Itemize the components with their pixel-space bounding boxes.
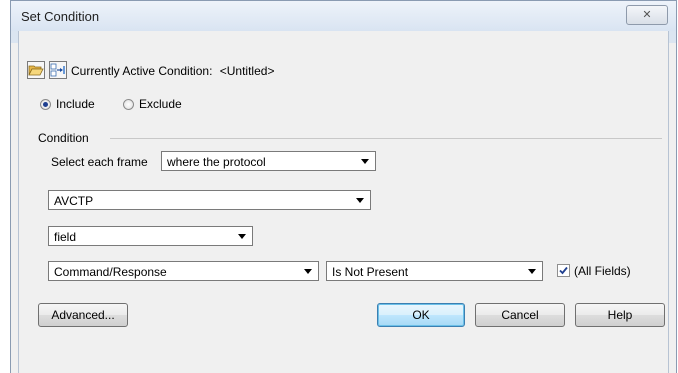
chevron-down-icon: [304, 269, 312, 274]
active-condition-label: Currently Active Condition: <Untitled>: [71, 64, 274, 78]
include-radio[interactable]: Include: [40, 97, 95, 111]
chevron-down-icon: [361, 159, 369, 164]
frame-filter-value: where the protocol: [167, 155, 266, 169]
close-button[interactable]: ✕: [626, 5, 668, 25]
help-button[interactable]: Help: [575, 303, 665, 327]
protocol-dropdown[interactable]: AVCTP: [48, 190, 371, 210]
field-dropdown[interactable]: Command/Response: [48, 261, 319, 281]
select-each-frame-label: Select each frame: [51, 155, 148, 169]
include-radio-button[interactable]: [40, 98, 51, 110]
frame-filter-dropdown[interactable]: where the protocol: [161, 151, 376, 171]
condition-group-label: Condition: [38, 131, 89, 145]
active-condition-value: <Untitled>: [219, 64, 275, 78]
all-fields-checkbox[interactable]: [557, 264, 570, 277]
checkmark-icon: [559, 266, 568, 275]
property-dropdown[interactable]: field: [48, 226, 253, 246]
protocol-value: AVCTP: [54, 194, 94, 208]
operator-dropdown[interactable]: Is Not Present: [326, 261, 543, 281]
ok-button[interactable]: OK: [377, 303, 465, 327]
exclude-radio[interactable]: Exclude: [123, 97, 182, 111]
include-label: Include: [56, 97, 95, 111]
operator-value: Is Not Present: [332, 265, 409, 279]
property-value: field: [54, 230, 77, 244]
folder-open-icon[interactable]: [27, 61, 45, 79]
chevron-down-icon: [238, 234, 246, 239]
field-value: Command/Response: [54, 265, 167, 279]
switch-condition-icon[interactable]: [49, 61, 67, 79]
advanced-button[interactable]: Advanced...: [38, 303, 128, 327]
dialog-title: Set Condition: [21, 9, 100, 24]
active-condition-caption: Currently Active Condition:: [71, 64, 213, 78]
exclude-radio-button[interactable]: [123, 98, 134, 110]
title-bar: Set Condition ✕: [11, 1, 676, 31]
condition-group-divider: [110, 138, 662, 139]
cancel-button[interactable]: Cancel: [475, 303, 565, 327]
exclude-label: Exclude: [139, 97, 182, 111]
chevron-down-icon: [528, 269, 536, 274]
chevron-down-icon: [356, 198, 364, 203]
all-fields-label: (All Fields): [574, 264, 631, 278]
